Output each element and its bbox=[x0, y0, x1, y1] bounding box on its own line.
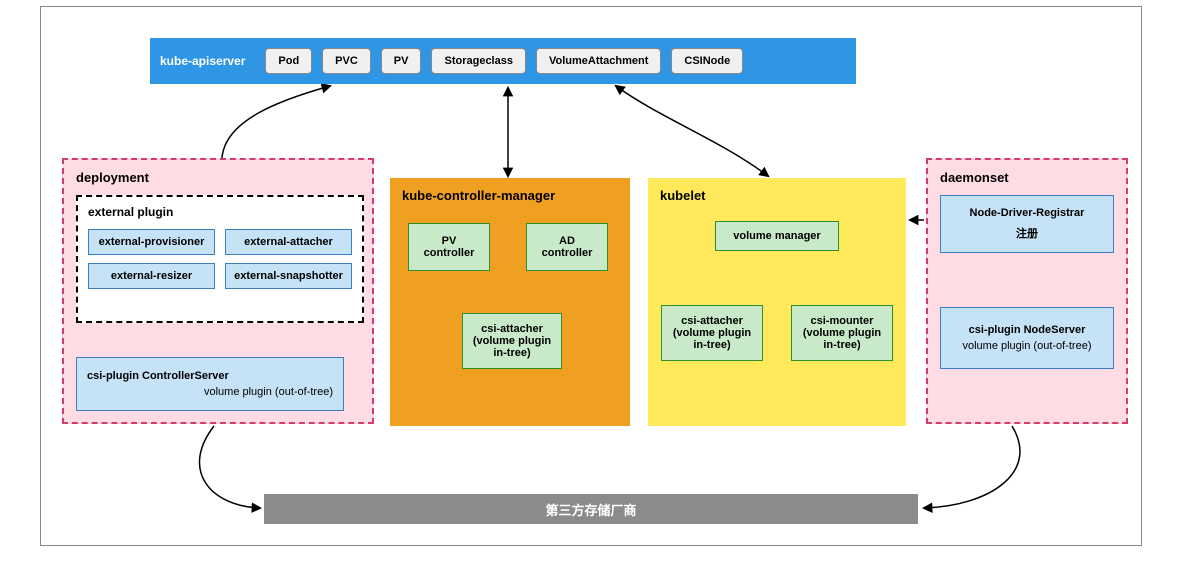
external-provisioner: external-provisioner bbox=[88, 229, 215, 255]
kubelet-title: kubelet bbox=[660, 188, 894, 203]
csi-plugin-controllerserver-title: csi-plugin ControllerServer bbox=[87, 370, 229, 382]
external-plugin-group: external plugin external-provisioner ext… bbox=[76, 195, 364, 323]
csi-plugin-nodeserver: csi-plugin NodeServer volume plugin (out… bbox=[940, 307, 1114, 369]
kube-controller-manager: kube-controller-manager PV controller AD… bbox=[390, 178, 630, 426]
ad-controller: AD controller bbox=[526, 223, 608, 271]
registrar-sub: 注册 bbox=[1016, 225, 1038, 241]
pv-controller: PV controller bbox=[408, 223, 490, 271]
kubelet: kubelet volume manager csi-attacher (vol… bbox=[648, 178, 906, 426]
kubelet-csi-mounter: csi-mounter (volume plugin in-tree) bbox=[791, 305, 893, 361]
apiserver-title: kube-apiserver bbox=[160, 54, 245, 68]
external-resizer: external-resizer bbox=[88, 263, 215, 289]
third-party-storage-vendor: 第三方存储厂商 bbox=[264, 494, 918, 524]
resource-pod: Pod bbox=[265, 48, 312, 74]
resource-csinode: CSINode bbox=[671, 48, 743, 74]
daemonset-group: daemonset Node-Driver-Registrar 注册 csi-p… bbox=[926, 158, 1128, 424]
third-party-label: 第三方存储厂商 bbox=[545, 500, 636, 519]
resource-pvc: PVC bbox=[322, 48, 371, 74]
kcm-title: kube-controller-manager bbox=[402, 188, 618, 203]
csi-plugin-controllerserver: csi-plugin ControllerServer volume plugi… bbox=[76, 357, 344, 411]
kubelet-csi-attacher: csi-attacher (volume plugin in-tree) bbox=[661, 305, 763, 361]
registrar-title: Node-Driver-Registrar bbox=[970, 207, 1085, 219]
daemonset-title: daemonset bbox=[940, 170, 1114, 185]
nodeserver-title: csi-plugin NodeServer bbox=[969, 324, 1086, 336]
nodeserver-sub: volume plugin (out-of-tree) bbox=[962, 340, 1091, 352]
csi-plugin-controllerserver-sub: volume plugin (out-of-tree) bbox=[204, 386, 333, 398]
resource-volumeattachment: VolumeAttachment bbox=[536, 48, 661, 74]
resource-pv: PV bbox=[381, 48, 422, 74]
deployment-title: deployment bbox=[76, 170, 360, 185]
volume-manager: volume manager bbox=[715, 221, 839, 251]
node-driver-registrar: Node-Driver-Registrar 注册 bbox=[940, 195, 1114, 253]
kube-apiserver: kube-apiserver Pod PVC PV Storageclass V… bbox=[150, 38, 856, 84]
external-plugin-title: external plugin bbox=[88, 205, 352, 219]
external-snapshotter: external-snapshotter bbox=[225, 263, 352, 289]
resource-storageclass: Storageclass bbox=[431, 48, 525, 74]
external-attacher: external-attacher bbox=[225, 229, 352, 255]
deployment-group: deployment external plugin external-prov… bbox=[62, 158, 374, 424]
kcm-csi-attacher: csi-attacher (volume plugin in-tree) bbox=[462, 313, 562, 369]
